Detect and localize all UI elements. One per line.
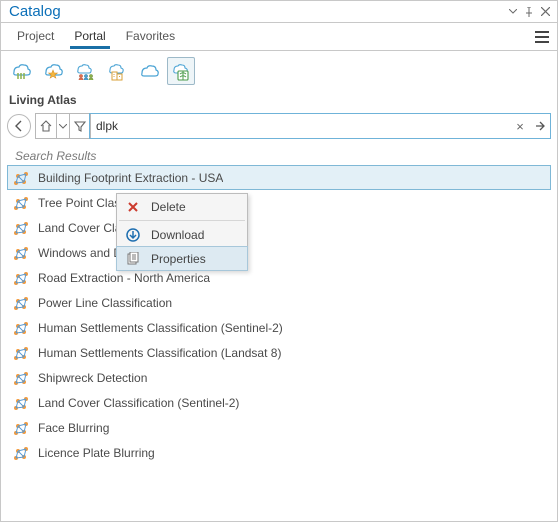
titlebar: Catalog [1, 1, 557, 23]
list-item-label: Building Footprint Extraction - USA [38, 171, 223, 185]
tab-project[interactable]: Project [7, 25, 64, 48]
dlpk-icon [12, 295, 30, 311]
my-favorites-icon[interactable] [39, 57, 67, 85]
my-organization-icon[interactable] [103, 57, 131, 85]
nav-row: × [1, 113, 557, 145]
list-item[interactable]: Building Footprint Extraction - USA [7, 165, 551, 190]
list-item-label: Face Blurring [38, 421, 109, 435]
tab-portal[interactable]: Portal [64, 25, 115, 48]
ctx-label: Delete [151, 200, 186, 214]
results-header: Search Results [1, 145, 557, 165]
my-groups-icon[interactable] [71, 57, 99, 85]
dlpk-icon [12, 445, 30, 461]
download-icon [125, 227, 141, 243]
pane-title: Catalog [9, 3, 505, 20]
dlpk-icon [12, 270, 30, 286]
ctx-separator [119, 220, 245, 221]
list-item[interactable]: Windows and Doors Extraction [7, 240, 551, 265]
my-content-icon[interactable] [7, 57, 35, 85]
ctx-download[interactable]: Download [117, 222, 247, 247]
list-item[interactable]: Power Line Classification [7, 290, 551, 315]
list-item-label: Land Cover Classification (Sentinel-2) [38, 396, 239, 410]
dlpk-icon [12, 420, 30, 436]
dlpk-icon [12, 195, 30, 211]
catalog-pane: Catalog Project Portal Favorites [0, 0, 558, 522]
arcgis-online-icon[interactable] [135, 57, 163, 85]
list-item-label: Human Settlements Classification (Landsa… [38, 346, 281, 360]
ctx-delete[interactable]: Delete [117, 194, 247, 219]
dlpk-icon [12, 170, 30, 186]
ctx-label: Properties [151, 252, 206, 266]
tabs-row: Project Portal Favorites [1, 23, 557, 51]
dlpk-icon [12, 220, 30, 236]
breadcrumb: Living Atlas [1, 91, 557, 113]
list-item[interactable]: Land Cover Classification (Sentinel-2) [7, 390, 551, 415]
dlpk-icon [12, 395, 30, 411]
properties-icon [125, 251, 141, 267]
list-item-label: Shipwreck Detection [38, 371, 147, 385]
dlpk-icon [12, 345, 30, 361]
portal-filter-row [1, 51, 557, 91]
dropdown-icon[interactable] [505, 4, 521, 20]
list-item[interactable]: Human Settlements Classification (Sentin… [7, 315, 551, 340]
pin-icon[interactable] [521, 4, 537, 20]
search-submit-icon[interactable] [530, 114, 550, 138]
dlpk-icon [12, 320, 30, 336]
ctx-label: Download [151, 228, 204, 242]
ctx-properties[interactable]: Properties [116, 246, 248, 271]
list-item[interactable]: Human Settlements Classification (Landsa… [7, 340, 551, 365]
list-item[interactable]: Licence Plate Blurring [7, 440, 551, 465]
list-item-label: Licence Plate Blurring [38, 446, 155, 460]
dlpk-icon [12, 245, 30, 261]
tab-favorites[interactable]: Favorites [116, 25, 185, 48]
results-list: Building Footprint Extraction - USA Tree… [1, 165, 557, 521]
home-button[interactable] [35, 113, 57, 139]
list-item-label: Road Extraction - North America [38, 271, 210, 285]
list-item-label: Human Settlements Classification (Sentin… [38, 321, 283, 335]
filter-button[interactable] [69, 113, 91, 139]
context-menu: Delete Download Properties [116, 193, 248, 271]
list-item[interactable]: Land Cover Classification (Landsat 8) [7, 215, 551, 240]
menu-icon[interactable] [533, 28, 551, 46]
list-item-label: Power Line Classification [38, 296, 172, 310]
delete-icon [125, 199, 141, 215]
dlpk-icon [12, 370, 30, 386]
list-item[interactable]: Road Extraction - North America [7, 265, 551, 290]
clear-search-icon[interactable]: × [510, 114, 530, 138]
search-input[interactable] [90, 114, 550, 138]
back-button[interactable] [7, 114, 31, 138]
search-box: × [89, 113, 551, 139]
list-item[interactable]: Shipwreck Detection [7, 365, 551, 390]
living-atlas-icon[interactable] [167, 57, 195, 85]
close-icon[interactable] [537, 4, 553, 20]
home-dropdown[interactable] [56, 113, 70, 139]
list-item[interactable]: Tree Point Classification [7, 190, 551, 215]
list-item[interactable]: Face Blurring [7, 415, 551, 440]
